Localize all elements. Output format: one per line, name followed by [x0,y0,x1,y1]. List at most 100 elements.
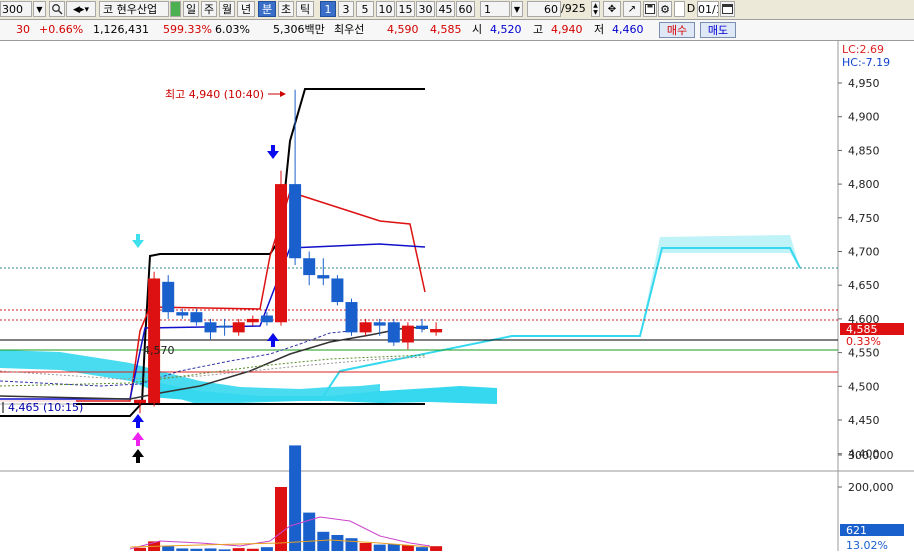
price-chart[interactable]: 4,9504,9004,8504,8004,7504,7004,6504,600… [0,41,914,552]
candle[interactable] [134,399,146,414]
candle[interactable] [401,322,414,350]
price-tick-label: 4,750 [848,212,880,225]
candle[interactable] [317,258,330,286]
volume-bar [162,546,175,551]
low-price: 4,460 [612,23,644,36]
volume-bar [275,487,287,551]
interval-45-button[interactable]: 45 [436,1,455,17]
interval-10-button[interactable]: 10 [376,1,395,17]
d-checkbox-label: D [686,2,696,15]
period-second-button[interactable]: 초 [278,1,294,17]
period-tick-button[interactable]: 틱 [296,1,314,17]
trade-amount: 5,306백만 [273,23,325,36]
turnover-rate: 6.03% [215,23,250,36]
interval-60-button[interactable]: 60 [456,1,475,17]
candle[interactable] [218,318,231,336]
candle[interactable] [176,308,189,319]
low-annotation: 4,465 (10:15) [8,401,83,414]
candle[interactable] [162,275,175,319]
candle[interactable] [232,318,245,336]
code-dropdown-button[interactable]: ▼ [33,1,46,17]
price-tick-label: 4,850 [848,144,880,157]
count-spinner[interactable]: ▲ ▼ [591,1,600,17]
volume-bar [260,547,273,551]
period-minute-button[interactable]: 분 [258,1,276,17]
interval-15-button[interactable]: 15 [396,1,415,17]
level-annotation: 4,570 [143,344,175,357]
period-year-button[interactable]: 년 [237,1,255,17]
price-tick-label: 4,800 [848,178,880,191]
gear-icon[interactable]: ⚙ [658,1,672,17]
period-month-button[interactable]: 월 [219,1,235,17]
candle[interactable] [275,170,287,326]
candle[interactable] [289,89,302,265]
price-tick-label: 4,650 [848,279,880,292]
calendar-icon[interactable] [720,1,735,17]
sell-button[interactable]: 매도 [700,22,736,38]
price-tick-label: 4,700 [848,246,880,259]
best-price-label: 최우선 [334,23,365,36]
volume-bar [416,547,428,551]
price-tick-label: 4,500 [848,380,880,393]
price-tick-label: 4,550 [848,347,880,360]
sound-icon[interactable]: ◀▸▾ [66,1,96,17]
best-ask: 4,590 [387,23,419,36]
high-price: 4,940 [551,23,583,36]
volume-bar [345,538,358,551]
period-day-button[interactable]: 일 [183,1,199,17]
candle[interactable] [387,318,400,346]
interval-5-button[interactable]: 5 [356,1,374,17]
candle[interactable] [359,318,372,336]
change-value: 30 [16,23,30,36]
candle[interactable] [430,322,443,336]
current-change-label: 0.33% [846,335,881,348]
stock-name-field[interactable]: 코 현우산업 [99,1,169,17]
change-percent: +0.66% [39,23,84,36]
quote-bar: 30 +0.66% 1,126,431 599.33% 6.03% 5,306백… [0,20,914,41]
candle[interactable] [303,251,316,286]
save-icon[interactable] [643,1,657,17]
volume-bar [289,445,302,551]
open-price: 4,520 [490,23,522,36]
volume-value: 1,126,431 [93,23,149,36]
price-tick-label: 4,950 [848,77,880,90]
candle[interactable] [345,298,358,336]
hc-indicator: HC:-7.19 [842,56,890,69]
interval-select[interactable]: 1 [480,1,510,17]
price-tick-label: 4,450 [848,414,880,427]
volume-bar [401,545,414,551]
draw-line-icon[interactable]: ↗ [623,1,641,17]
high-annotation: 최고 4,940 (10:40) [165,88,264,101]
candle[interactable] [148,271,161,407]
interval-30-button[interactable]: 30 [416,1,435,17]
candle[interactable] [260,312,273,326]
count-input[interactable]: 60 [527,1,561,17]
candle[interactable] [190,308,203,326]
candle[interactable] [246,315,259,326]
interval-1-button[interactable]: 1 [320,1,336,17]
crosshair-icon[interactable]: ✥ [603,1,621,17]
volume-tick-label: 300,000 [848,449,894,462]
stock-name-dropdown-icon[interactable] [170,1,181,17]
code-input[interactable]: 300 [0,1,32,17]
search-icon[interactable] [49,1,65,17]
chart-area[interactable]: 4,950 4,900 4,850 4,800 4,750 4,700 4,650 4,600… [0,41,914,552]
interval-dropdown-button[interactable]: ▼ [511,1,523,17]
volume-bar [430,546,443,551]
candle[interactable] [331,275,344,306]
interval-3-button[interactable]: 3 [338,1,354,17]
current-volume-label: 621 [846,524,867,537]
candle[interactable] [416,318,428,333]
d-checkbox[interactable] [674,1,685,17]
chart-toolbar: 300 ▼ ◀▸▾ 코 현우산업 일 주 월 년 분 초 틱 1 3 5 10 … [0,0,914,20]
volume-bar [317,531,330,551]
open-label: 시 [472,23,483,36]
period-week-button[interactable]: 주 [201,1,217,17]
buy-button[interactable]: 매수 [659,22,695,38]
high-label: 고 [533,23,544,36]
lc-indicator: LC:2.69 [842,43,884,56]
volume-bar [359,543,372,551]
date-input[interactable]: 01/16 [697,1,719,17]
volume-bar [373,544,386,551]
candle[interactable] [204,318,217,340]
